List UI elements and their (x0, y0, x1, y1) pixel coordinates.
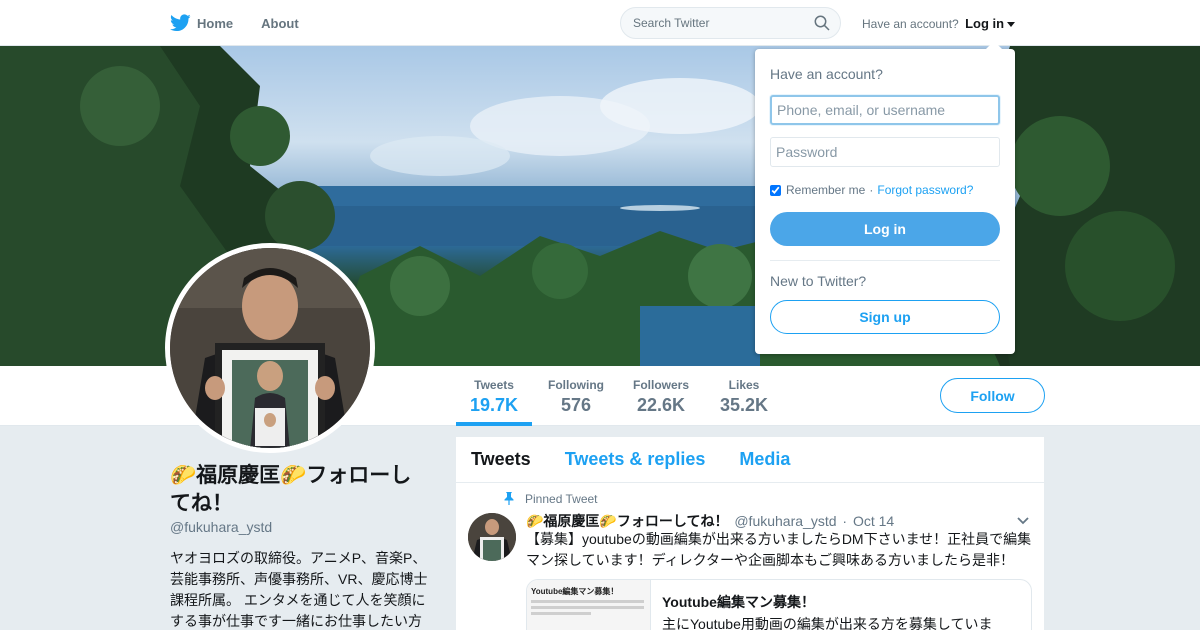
tweet-header: 🌮福原慶匡🌮フォローしてね！ @fukuhara_ystd · Oct 14 (526, 511, 894, 531)
stat-likes[interactable]: Likes 35.2K (720, 378, 768, 416)
timeline: Tweets Tweets & replies Media Pinned Twe… (456, 437, 1044, 630)
stat-tweets[interactable]: Tweets 19.7K (455, 378, 533, 426)
timeline-tabs: Tweets Tweets & replies Media (456, 437, 1044, 483)
pinned-tweet-label: Pinned Tweet (525, 492, 598, 506)
tab-media[interactable]: Media (739, 449, 790, 470)
login-dropdown-title: Have an account? (770, 66, 883, 82)
search-icon[interactable] (814, 15, 830, 31)
card-thumbnail-line (531, 600, 644, 603)
tweet-meta-separator: · (842, 513, 848, 529)
card-thumbnail: Youtube編集マン募集！ (527, 580, 651, 630)
stat-followers-value: 22.6K (636, 395, 686, 415)
new-to-twitter-prompt: New to Twitter? (770, 273, 867, 289)
stat-following-label: Following (548, 378, 604, 392)
remember-me-row: Remember me · Forgot password? (770, 183, 973, 197)
caret-down-icon[interactable] (1007, 22, 1016, 28)
stat-likes-value: 35.2K (720, 395, 769, 415)
follow-button[interactable]: Follow (940, 378, 1045, 413)
stat-following[interactable]: Following 576 (548, 378, 604, 416)
profile-handle[interactable]: @fukuhara_ystd (170, 519, 272, 535)
card-description: 主にYoutube用動画の編集が出来る方を募集していま (662, 616, 993, 630)
login-dropdown: Have an account? Remember me · Forgot pa… (755, 41, 1015, 354)
nav-left: Home About (170, 0, 327, 46)
card-thumbnail-line (531, 612, 591, 615)
account-menu: Have an account? Log in (862, 16, 1016, 31)
signup-button[interactable]: Sign up (770, 300, 1000, 334)
pin-icon (504, 492, 514, 505)
remember-me-label: Remember me (786, 183, 866, 197)
nav-about-link[interactable]: About (261, 16, 299, 31)
stat-tweets-label: Tweets (474, 378, 514, 392)
avatar-photo (170, 248, 370, 448)
card-thumbnail-title: Youtube編集マン募集！ (531, 587, 619, 596)
twitter-bird-icon[interactable] (170, 14, 191, 32)
profile-bio: ヤオヨロズの取締役。アニメP、音楽P、芸能事務所、声優事務所、VR、慶応博士課程… (170, 550, 428, 629)
password-field[interactable] (770, 137, 1000, 167)
dropdown-divider (770, 260, 1000, 261)
stat-tweets-value: 19.7K (470, 395, 519, 415)
tweet-timestamp[interactable]: Oct 14 (853, 513, 894, 529)
username-field[interactable] (770, 95, 1000, 125)
tweet-text: 【募集】youtubeの動画編集が出来る方いましたらDM下さいませ！正社員で編集… (526, 531, 1032, 568)
stat-likes-label: Likes (728, 378, 760, 392)
tweet-avatar[interactable] (468, 513, 516, 561)
tweet-link-card[interactable]: Youtube編集マン募集！ Youtube編集マン募集！ 主にYoutube用… (526, 579, 1032, 630)
tab-tweets-and-replies[interactable]: Tweets & replies (565, 449, 706, 470)
profile-avatar[interactable] (165, 243, 375, 453)
login-dropdown-toggle[interactable]: Log in (965, 16, 1016, 31)
chevron-down-icon[interactable] (1017, 517, 1029, 525)
profile-name: 🌮福原慶匡🌮フォローしてね！ (170, 464, 412, 515)
remember-separator: · (869, 183, 874, 197)
login-toggle-label[interactable]: Log in (965, 16, 1004, 31)
card-title: Youtube編集マン募集！ (662, 594, 815, 610)
remember-me-checkbox[interactable] (770, 184, 781, 196)
card-thumbnail-line (531, 606, 644, 609)
stat-followers-label: Followers (633, 378, 690, 392)
login-button[interactable]: Log in (770, 212, 1000, 246)
top-navigation-bar: Home About Have an account? Log in (0, 0, 1200, 46)
nav-home-link[interactable]: Home (197, 16, 233, 31)
stat-followers[interactable]: Followers 22.6K (633, 378, 689, 416)
tab-tweets[interactable]: Tweets (471, 449, 531, 470)
stat-following-value: 576 (560, 395, 592, 415)
account-prompt: Have an account? (862, 17, 959, 31)
tweet-author-name[interactable]: 🌮福原慶匡🌮フォローしてね！ (526, 513, 728, 529)
forgot-password-link[interactable]: Forgot password? (877, 183, 973, 197)
tweet-avatar-photo (468, 513, 516, 561)
tweet-author-handle[interactable]: @fukuhara_ystd (734, 513, 836, 529)
search-input[interactable] (621, 8, 801, 38)
search-box (620, 7, 841, 39)
